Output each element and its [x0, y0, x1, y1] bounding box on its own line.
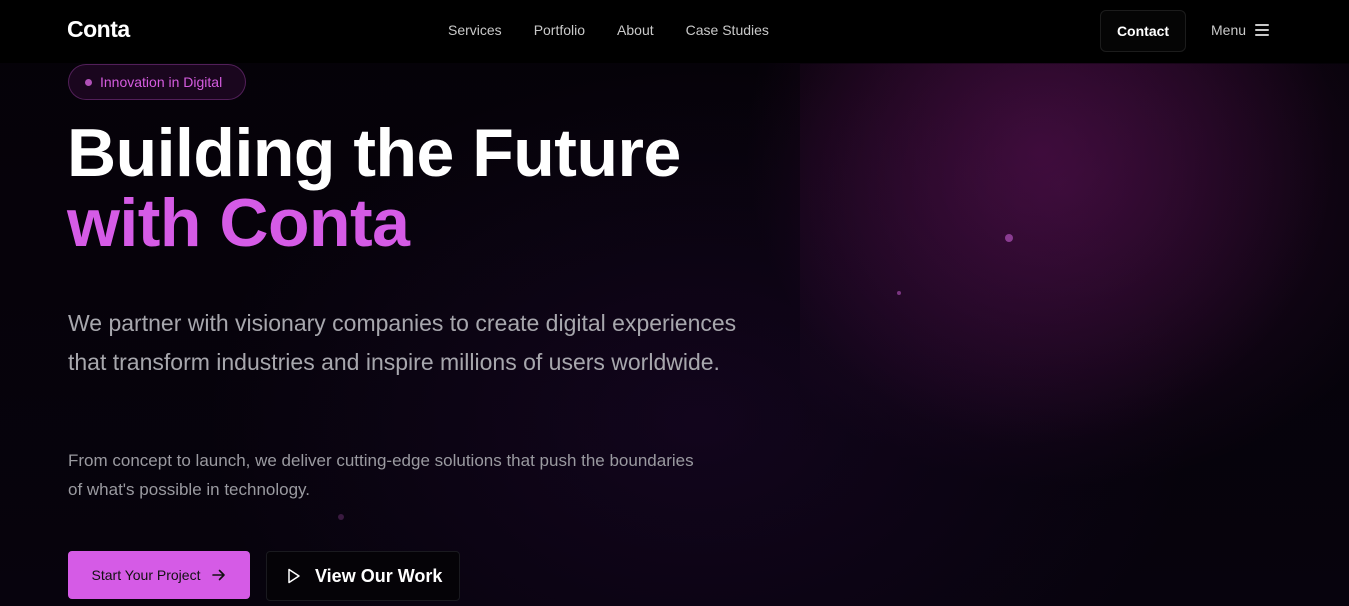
start-project-button[interactable]: Start Your Project [68, 551, 250, 599]
view-work-label: View Our Work [315, 565, 443, 586]
nav-item-about[interactable]: About [617, 22, 654, 38]
hero-headline: Building the Future with Conta [67, 118, 681, 258]
hero-glow [800, 64, 1349, 606]
hero-badge: Innovation in Digital [68, 64, 246, 100]
badge-label: Innovation in Digital [100, 74, 223, 90]
start-project-label: Start Your Project [91, 567, 201, 583]
decorative-dot [897, 291, 901, 295]
nav-item-services[interactable]: Services [448, 22, 502, 38]
headline-line-2: with Conta [67, 185, 410, 261]
nav-item-portfolio[interactable]: Portfolio [534, 22, 585, 38]
arrow-right-icon [212, 569, 226, 581]
contact-button[interactable]: Contact [1100, 10, 1186, 52]
decorative-dot [338, 514, 344, 520]
headline-line-1: Building the Future [67, 115, 681, 191]
main-nav: Services Portfolio About Case Studies [448, 22, 769, 38]
menu-button[interactable]: Menu [1211, 22, 1270, 38]
play-icon [288, 568, 300, 584]
hamburger-icon [1255, 24, 1270, 36]
nav-item-case-studies[interactable]: Case Studies [686, 22, 769, 38]
badge-dot-icon [85, 78, 92, 86]
view-work-button[interactable]: View Our Work [266, 551, 460, 601]
logo[interactable]: Conta [67, 16, 130, 43]
top-navbar: Conta Services Portfolio About Case Stud… [0, 0, 1349, 63]
menu-label: Menu [1211, 22, 1247, 38]
hero-sub-text: From concept to launch, we deliver cutti… [68, 451, 694, 499]
decorative-dot [1005, 234, 1013, 242]
hero-lead-text: We partner with visionary companies to c… [68, 310, 737, 375]
